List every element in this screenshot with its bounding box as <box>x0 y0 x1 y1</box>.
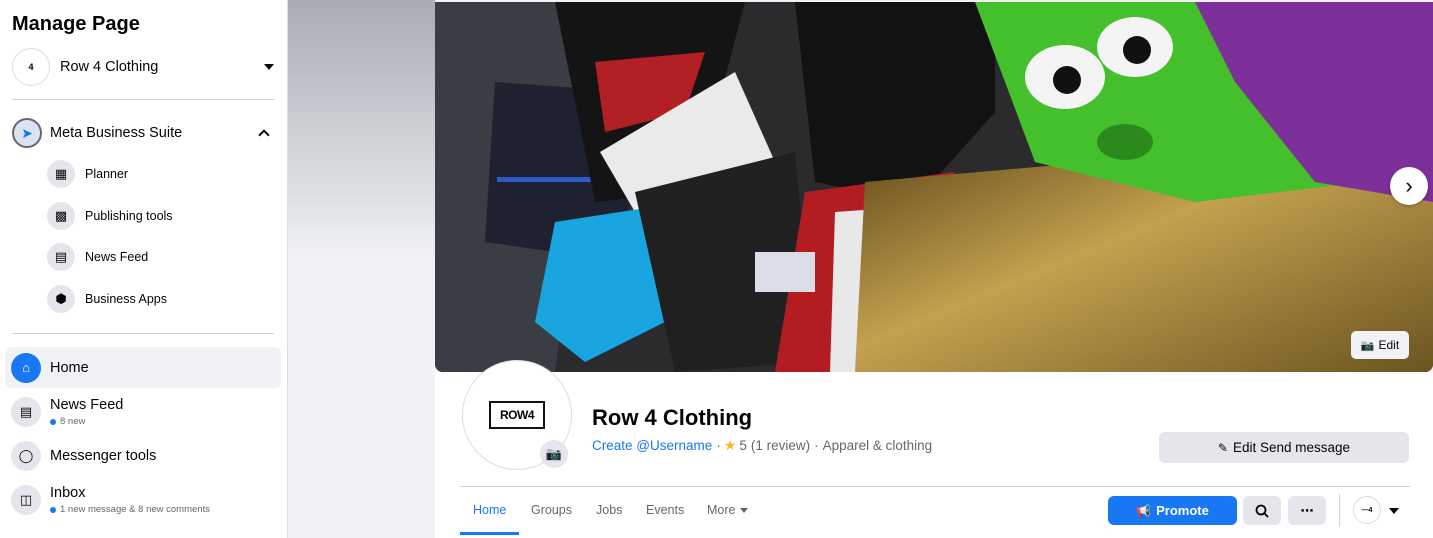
messenger-icon: ◯ <box>11 441 41 471</box>
unread-dot <box>50 506 56 513</box>
sidebar-item-news-feed[interactable]: ▤ News Feed <box>47 243 148 271</box>
separator: · <box>814 438 819 453</box>
publishing-icon: ▩ <box>47 202 75 230</box>
home-icon: ⌂ <box>11 352 41 383</box>
search-icon <box>1255 504 1269 518</box>
sidebar-item-label: News Feed <box>85 250 149 264</box>
promote-button[interactable]: 📢 Promote <box>1108 496 1237 525</box>
sidebar-item-label: News Feed <box>50 397 124 413</box>
more-options-button[interactable]: ⋯ <box>1288 496 1326 525</box>
tab-more[interactable]: More <box>707 503 749 517</box>
camera-icon: 📷 <box>1360 339 1375 352</box>
review-count-link[interactable]: (1 review) <box>751 438 810 453</box>
sidebar-title: Manage Page <box>12 13 140 35</box>
megaphone-icon: 📢 <box>1136 503 1152 518</box>
sidebar-item-label: Home <box>50 359 89 376</box>
inbox-icon: ◫ <box>11 485 41 515</box>
page-meta-line: Create @Username · ★ 5 (1 review) · Appa… <box>592 437 932 454</box>
actions-divider <box>1339 494 1340 527</box>
sidebar-item-label: Planner <box>85 167 129 181</box>
sidebar-item-label: Publishing tools <box>85 209 173 223</box>
sidebar-divider <box>12 99 274 100</box>
news-feed-icon: ▤ <box>11 397 41 427</box>
cube-icon: ⬢ <box>47 285 75 313</box>
chevron-up-icon <box>258 129 270 141</box>
cover-photo-image <box>435 2 1433 372</box>
separator: · <box>716 438 721 453</box>
account-avatar-logo: —4 <box>1361 506 1373 514</box>
sidebar-item-label: Inbox <box>50 485 86 501</box>
facebook-page-manager: Manage Page 4 Row 4 Clothing ➤ Meta Busi… <box>0 0 1433 538</box>
ellipsis-icon: ⋯ <box>1300 502 1314 518</box>
page-category[interactable]: Apparel & clothing <box>823 438 933 453</box>
background-gradient <box>288 0 435 260</box>
sidebar-item-messenger-tools[interactable]: ◯ Messenger tools <box>5 440 281 472</box>
page-switcher-name: Row 4 Clothing <box>60 59 159 75</box>
sidebar-divider <box>12 333 274 334</box>
sidebar-item-home[interactable]: ⌂ Home <box>5 347 281 388</box>
row4-logo-text: ROW4 <box>500 408 535 422</box>
sidebar-item-publishing-tools[interactable]: ▩ Publishing tools <box>47 202 173 230</box>
sidebar-item-sublabel: 8 new <box>60 416 86 427</box>
tab-home[interactable]: Home <box>473 503 506 517</box>
sidebar-item-planner[interactable]: ▦ Planner <box>47 160 128 188</box>
news-feed-icon: ▤ <box>47 243 75 271</box>
promote-label: Promote <box>1156 503 1209 518</box>
meta-business-suite-label: Meta Business Suite <box>50 125 183 141</box>
active-tab-indicator <box>460 532 519 535</box>
edit-send-message-button[interactable]: ✎ Edit Send message <box>1159 432 1409 463</box>
star-icon: ★ <box>723 437 737 453</box>
sidebar-item-label: Business Apps <box>85 292 167 306</box>
caret-down-icon[interactable] <box>1389 508 1399 514</box>
tab-events[interactable]: Events <box>646 503 684 517</box>
pencil-icon: ✎ <box>1217 440 1228 455</box>
page-avatar: 4 <box>12 48 50 86</box>
unread-dot <box>50 418 56 425</box>
tab-jobs[interactable]: Jobs <box>596 503 622 517</box>
update-profile-picture-button[interactable]: 📷 <box>540 440 568 468</box>
tabs-divider <box>460 486 1410 487</box>
row4-logo: ROW4 <box>489 401 545 429</box>
sidebar-item-sublabel: 1 new message & 8 new comments <box>60 504 210 515</box>
page-switcher[interactable]: 4 Row 4 Clothing <box>12 47 274 87</box>
calendar-icon: ▦ <box>47 160 75 188</box>
cover-photo[interactable] <box>435 2 1433 372</box>
sidebar-item-business-apps[interactable]: ⬢ Business Apps <box>47 285 167 313</box>
switch-account-avatar[interactable]: —4 <box>1353 496 1381 524</box>
sidebar-item-label: Messenger tools <box>50 448 157 464</box>
page-avatar-logo: 4 <box>28 62 34 72</box>
caret-down-icon <box>740 508 749 514</box>
edit-send-message-label: Edit Send message <box>1232 440 1351 455</box>
manage-page-sidebar: Manage Page 4 Row 4 Clothing ➤ Meta Busi… <box>0 0 288 538</box>
sidebar-item-news-feed-main[interactable]: ▤ News Feed 8 new <box>5 392 281 432</box>
chevron-right-icon: › <box>1405 173 1413 198</box>
meta-business-suite-icon: ➤ <box>12 118 42 148</box>
rating-value: 5 <box>739 438 747 453</box>
meta-business-suite-toggle[interactable]: ➤ Meta Business Suite <box>12 118 274 148</box>
search-page-button[interactable] <box>1243 496 1281 525</box>
page-title: Row 4 Clothing <box>592 405 753 430</box>
tab-more-label: More <box>707 503 736 517</box>
create-username-link[interactable]: Create @Username <box>592 438 712 453</box>
caret-down-icon <box>264 64 274 70</box>
edit-cover-button[interactable]: 📷 Edit <box>1351 331 1409 359</box>
sidebar-item-inbox[interactable]: ◫ Inbox 1 new message & 8 new comments <box>5 481 281 519</box>
tab-groups[interactable]: Groups <box>531 503 572 517</box>
edit-cover-label: Edit <box>1378 338 1400 352</box>
cover-next-button[interactable]: › <box>1390 167 1428 205</box>
camera-icon: 📷 <box>545 446 563 461</box>
